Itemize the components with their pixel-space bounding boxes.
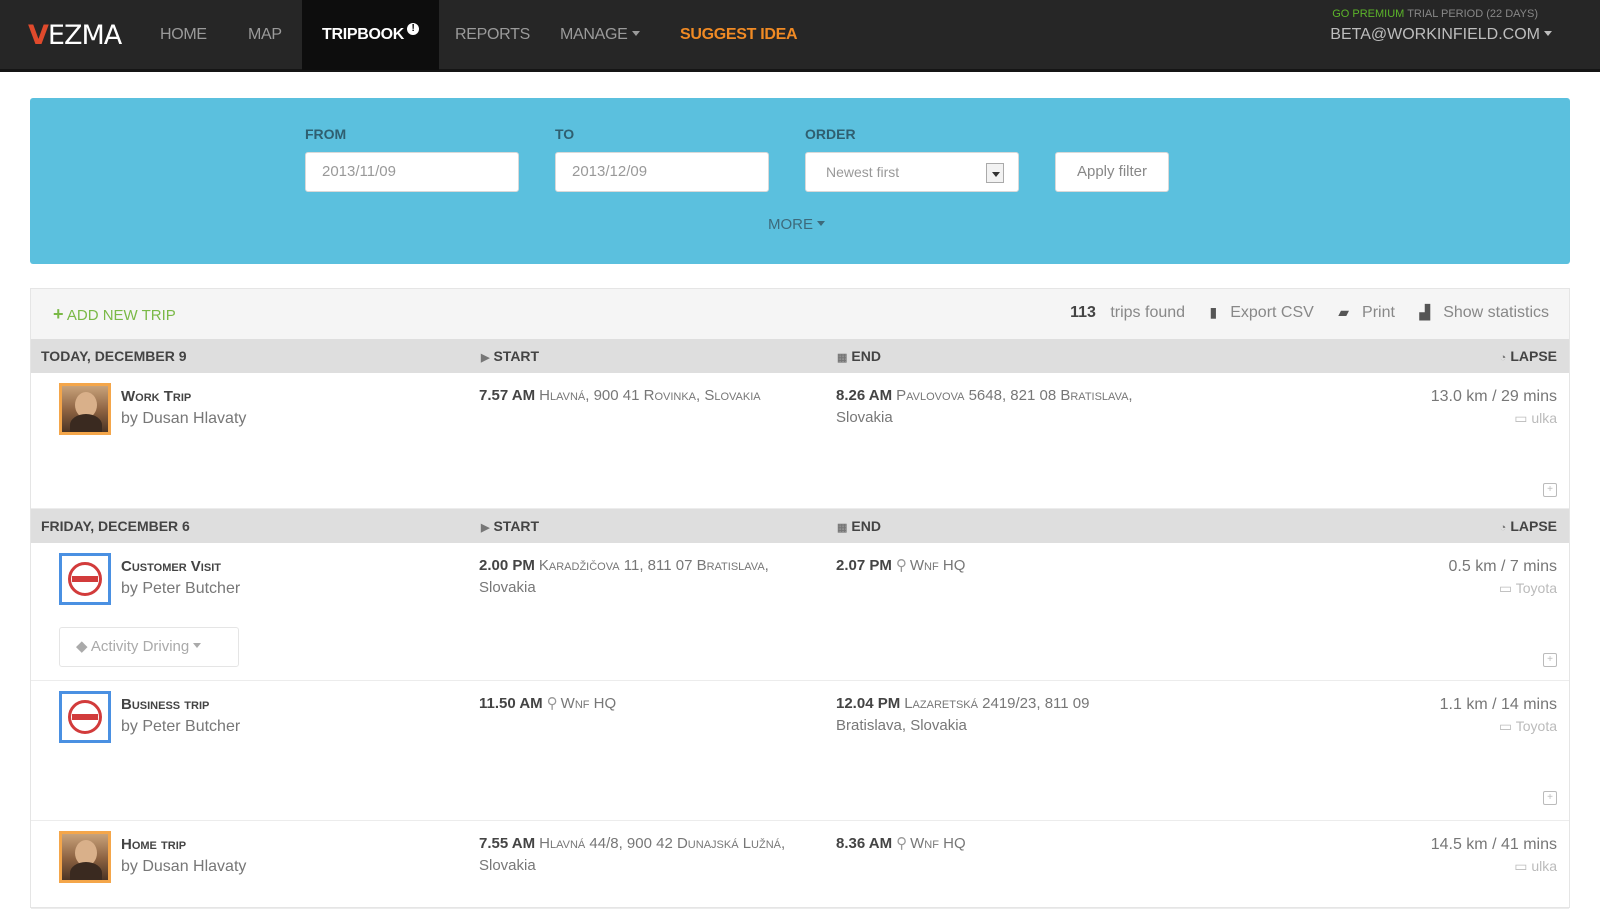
trip-driver: by Dusan Hlavaty [121,858,247,875]
trip-start: 2.00 PM Karadžičova 11, 811 07 Bratislava… [479,557,769,596]
day-header: Today, December 9 ▶ Start ▦ End ◔ Lapse [31,339,1569,373]
stopwatch-icon: ◔ [1499,352,1507,364]
lapse-column-header: ◔ Lapse [1499,348,1557,364]
nav-tripbook[interactable]: Tripbook! [302,0,440,70]
trip-end: 12.04 PM Lazaretská 2419/23, 811 09 Bratis… [836,695,1090,734]
avatar [59,383,111,435]
trip-distance-duration: 1.1 km / 14 mins [1439,696,1557,713]
finish-flag-icon: ▦ [837,352,848,364]
day-date: Friday, December 6 [41,518,190,534]
nav-map[interactable]: Map [248,0,282,70]
lapse-column-header: ◔ Lapse [1499,518,1557,534]
print-link[interactable]: ▰ Print [1328,304,1395,321]
nav-home[interactable]: Home [160,0,207,70]
caret-down-icon [193,643,202,648]
day-date: Today, December 9 [41,348,187,364]
trip-car: ▭ Toyota [1498,580,1557,596]
trip-distance-duration: 0.5 km / 7 mins [1448,558,1557,575]
nav-reports[interactable]: Reports [455,0,530,70]
trip-start: 11.50 AM ⚲ Wnf HQ [479,695,617,712]
caret-down-icon [817,221,825,226]
trip-type: Home trip [121,836,187,853]
trips-panel: + Add new trip 113 trips found ▮ Export C… [30,288,1570,909]
trip-distance-duration: 13.0 km / 29 mins [1430,388,1557,405]
trips-count: 113 trips found [1070,304,1186,321]
from-date-input[interactable]: 2013/11/09 [305,152,519,192]
trip-car: ▭ ulka [1514,410,1557,426]
map-pin-icon: ⚲ [895,557,907,574]
nav-manage-dropdown[interactable]: Manage [560,0,640,70]
expand-icon[interactable]: + [1543,791,1557,805]
map-pin-icon: ⚲ [896,835,908,852]
trip-filter-panel: From 2013/11/09 To 2013/12/09 Order Newe… [30,98,1570,264]
order-label: Order [805,126,856,142]
bar-chart-icon: ▟ [1419,304,1431,320]
plus-icon: + [53,304,64,324]
premium-trial-notice[interactable]: Go premium trial period (22 days) [1332,8,1538,20]
trip-row[interactable]: Work Trip by Dusan Hlavaty 7.57 AM Hlavná… [31,373,1569,509]
file-icon: ▮ [1209,304,1218,320]
flag-icon: ▶ [481,522,490,534]
toolbar-actions: 113 trips found ▮ Export CSV ▰ Print ▟ Show… [1050,304,1549,322]
start-column-header: ▶ Start [481,518,540,534]
add-new-trip-button[interactable]: + Add new trip [53,304,176,325]
trip-start: 7.57 AM Hlavná, 900 41 Rovinka, Slovakia [479,387,761,404]
finish-flag-icon: ▦ [837,522,848,534]
trip-end: 8.26 AM Pavlovova 5648, 821 08 Bratislava… [836,387,1133,426]
vezma-logo[interactable]: VEZMA [28,20,122,51]
tag-icon: ◆ [76,638,91,655]
expand-icon[interactable]: + [1543,653,1557,667]
show-statistics-link[interactable]: ▟ Show statistics [1409,304,1549,321]
caret-down-icon [1544,31,1552,36]
car-icon: ▭ [1498,580,1516,596]
trip-car: ▭ Toyota [1498,718,1557,734]
trip-row[interactable]: Business trip by Peter Butcher 11.50 AM ⚲… [31,681,1569,821]
trip-distance-duration: 14.5 km / 41 mins [1430,836,1557,853]
trip-end: 2.07 PM ⚲ Wnf HQ [836,557,966,574]
apply-filter-button[interactable]: Apply filter [1055,152,1169,192]
from-label: From [305,126,347,142]
trip-type: Business trip [121,696,210,713]
start-column-header: ▶ Start [481,348,540,364]
avatar [59,831,111,883]
car-icon: ▭ [1514,858,1532,874]
trip-car: ▭ ulka [1514,858,1557,874]
expand-icon[interactable]: + [1543,483,1557,497]
to-date-input[interactable]: 2013/12/09 [555,152,769,192]
caret-down-icon [631,31,640,36]
trip-type: Work Trip [121,388,192,405]
stopwatch-icon: ◔ [1499,522,1507,534]
more-filters-toggle[interactable]: More [768,216,825,233]
end-column-header: ▦ End [837,348,881,364]
info-badge-icon: ! [407,23,420,35]
export-csv-link[interactable]: ▮ Export CSV [1200,304,1314,321]
trip-start: 7.55 AM Hlavná 44/8, 900 42 Dunajská Lužn… [479,835,786,874]
flag-icon: ▶ [481,352,490,364]
trip-row[interactable]: Home trip by Dusan Hlavaty 7.55 AM Hlavná… [31,821,1569,909]
trip-driver: by Peter Butcher [121,580,241,597]
car-icon: ▭ [1498,718,1516,734]
select-arrow-icon [986,163,1004,183]
activity-tag-dropdown[interactable]: ◆ Activity Driving [59,627,239,667]
top-navbar: VEZMA Home Map Tripbook! Reports Manage … [0,0,1600,72]
trip-row[interactable]: Customer Visit by Peter Butcher 2.00 PM K… [31,543,1569,681]
trip-end: 8.36 AM ⚲ Wnf HQ [836,835,966,852]
trip-driver: by Peter Butcher [121,718,241,735]
end-column-header: ▦ End [837,518,881,534]
trip-driver: by Dusan Hlavaty [121,410,247,427]
nav-suggest-idea[interactable]: Suggest idea [680,0,798,70]
avatar [59,691,111,743]
account-menu[interactable]: beta@workinfield.com [1330,26,1552,44]
day-header: Friday, December 6 ▶ Start ▦ End ◔ Lapse [31,509,1569,543]
trips-toolbar: + Add new trip 113 trips found ▮ Export C… [31,289,1569,339]
printer-icon: ▰ [1338,304,1350,320]
car-icon: ▭ [1514,410,1532,426]
to-label: To [555,126,575,142]
order-select[interactable]: Newest first [805,152,1019,192]
map-pin-icon: ⚲ [546,695,558,712]
trip-type: Customer Visit [121,558,221,575]
avatar [59,553,111,605]
